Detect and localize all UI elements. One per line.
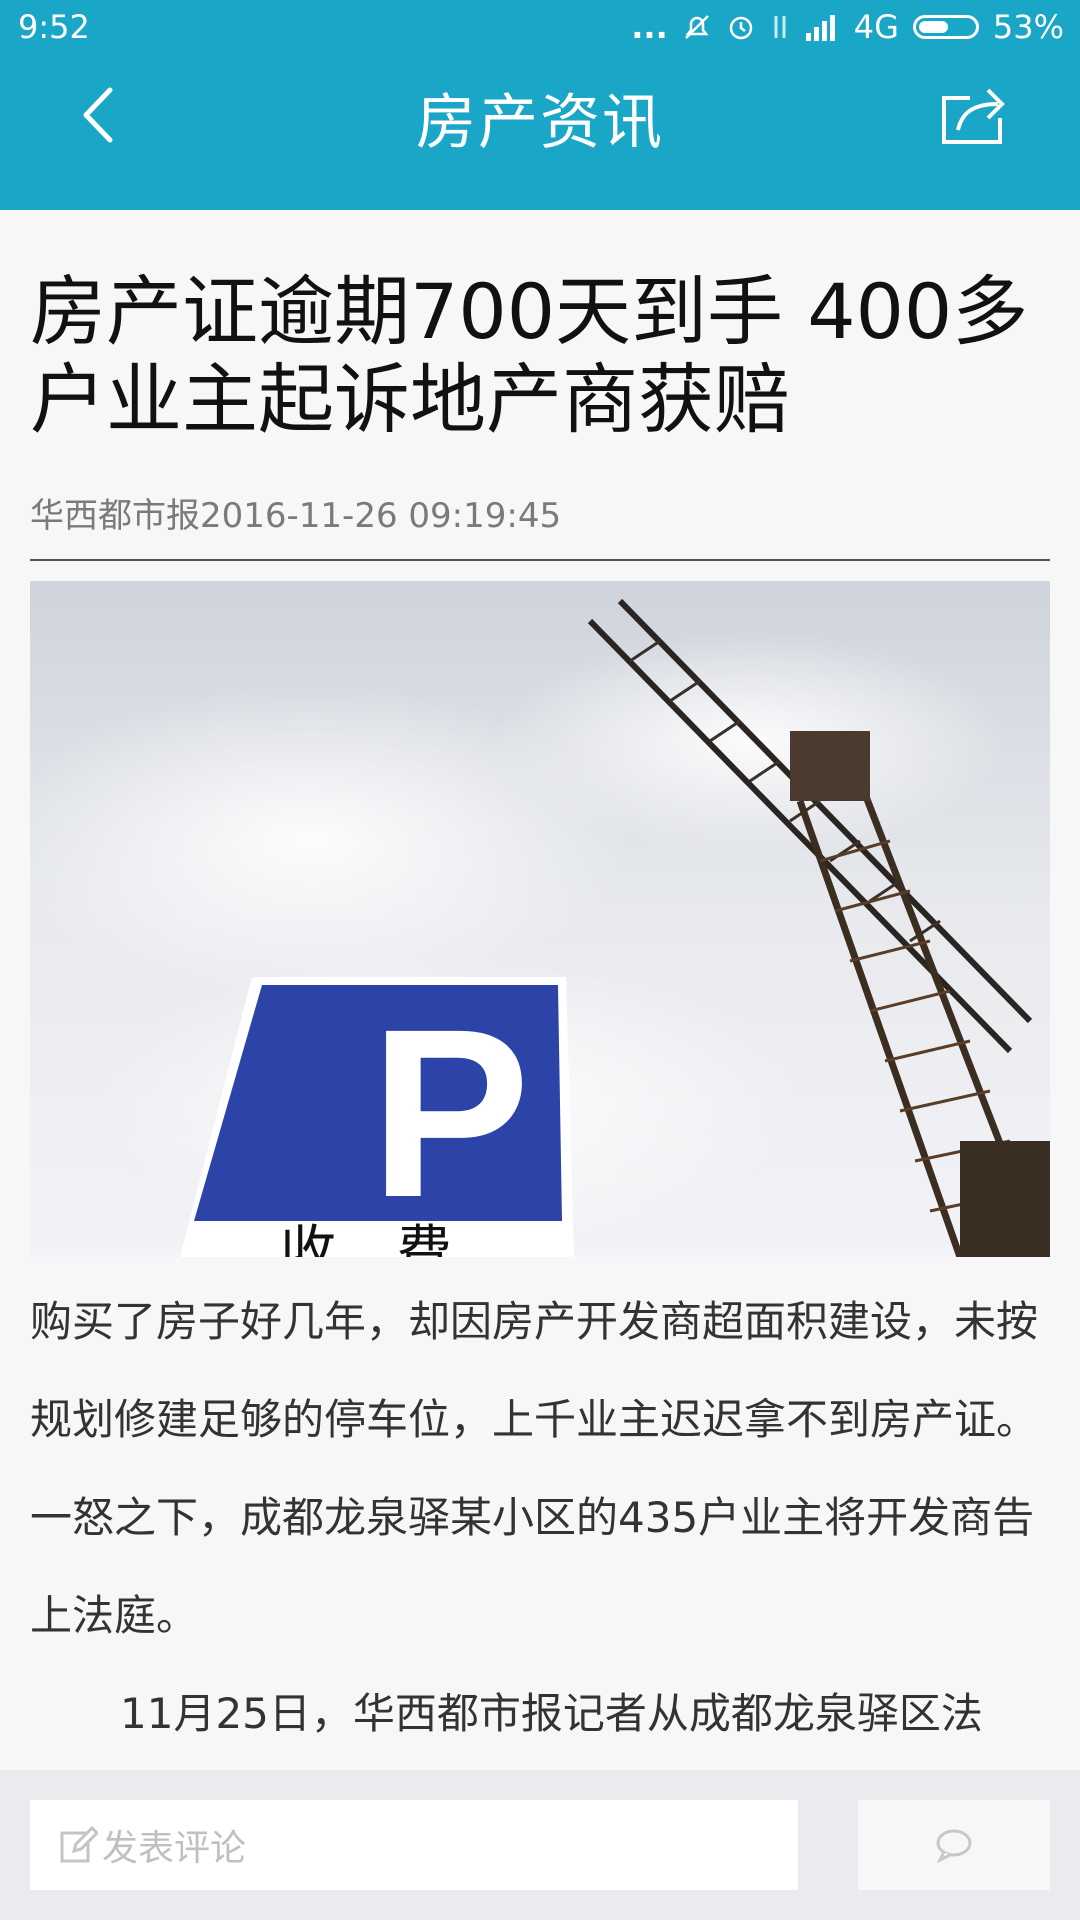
- alarm-icon: [726, 12, 756, 42]
- data-transfer-icon: [770, 12, 790, 42]
- status-bar: 9:52 ... 4G 53%: [0, 0, 1080, 60]
- source-date: 华西都市报2016-11-26 09:19:45: [30, 496, 562, 536]
- top-app-bar: 9:52 ... 4G 53% 房产资讯: [0, 0, 1080, 210]
- paragraph: 11月25日，华西都市报记者从成都龙泉驿区法: [120, 1689, 983, 1738]
- comment-input[interactable]: 发表评论: [30, 1800, 798, 1890]
- comment-placeholder: 发表评论: [102, 1828, 247, 1869]
- divider: [30, 559, 1050, 561]
- article-headline: 房产证逾期700天到手 400多户业主起诉地产商获赔: [30, 267, 1029, 444]
- mute-bell-icon: [682, 12, 712, 42]
- signal-icon: [804, 13, 840, 41]
- battery-icon: [912, 15, 979, 39]
- article-photo[interactable]: P 收费: [30, 581, 1050, 1257]
- parking-sign-text: 收费: [280, 1220, 512, 1257]
- network-type: 4G: [853, 8, 899, 46]
- share-button[interactable]: [930, 68, 1020, 158]
- comments-button[interactable]: [858, 1800, 1050, 1890]
- page-title: 房产资讯: [416, 88, 664, 158]
- share-icon: [942, 88, 1005, 144]
- chat-bubble-icon: [936, 1829, 972, 1863]
- edit-icon: [60, 1825, 98, 1863]
- paragraph: 购买了房子好几年，却因房产开发商超面积建设，未按规划修建足够的停车位，上千业主迟…: [30, 1297, 1039, 1640]
- article: 房产证逾期700天到手 400多户业主起诉地产商获赔 华西都市报2016-11-…: [30, 210, 1050, 1770]
- status-icons: ... 4G 53%: [631, 8, 1064, 46]
- battery-percent: 53%: [992, 8, 1064, 46]
- status-time: 9:52: [18, 8, 90, 46]
- header: 房产资讯: [0, 60, 1080, 210]
- crane-parking-photo: P 收费: [30, 581, 1050, 1257]
- parking-sign-letter: P: [370, 979, 530, 1247]
- more-dots-icon: ...: [631, 8, 668, 46]
- comment-bar: 发表评论: [0, 1770, 1080, 1920]
